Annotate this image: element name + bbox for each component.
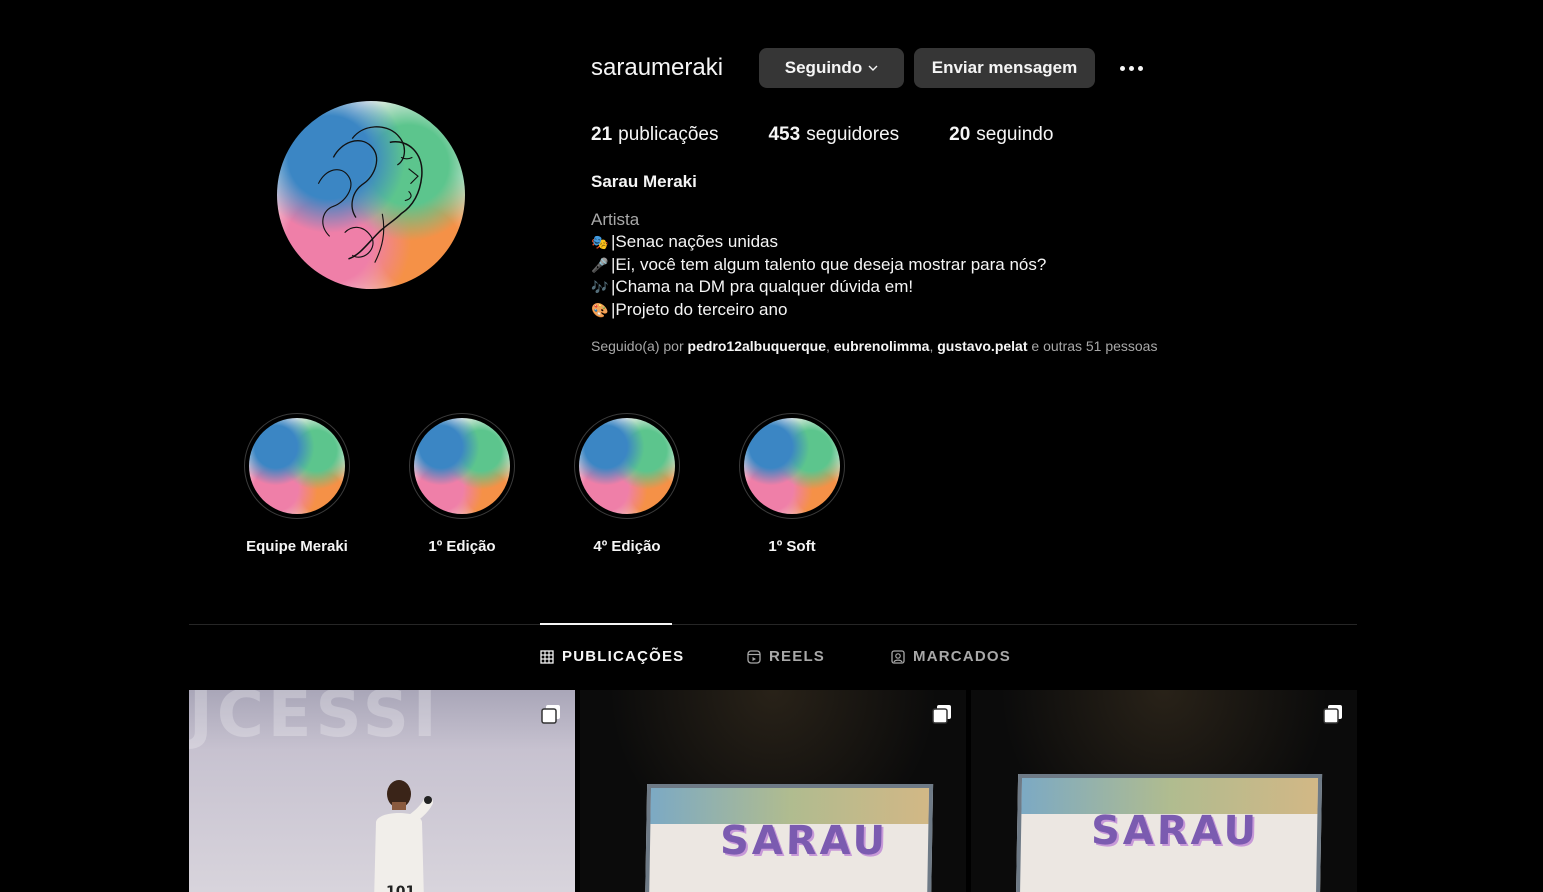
profile-category: Artista <box>591 210 640 229</box>
followed-by-user[interactable]: pedro12albuquerque <box>688 338 826 354</box>
profile-stats: 21 publicações 453 seguidores 20 seguind… <box>591 124 1053 146</box>
following-label: seguindo <box>976 124 1054 145</box>
send-message-label: Enviar mensagem <box>931 58 1078 77</box>
bio-text: |Ei, você tem algum talento que deseja m… <box>611 254 1047 274</box>
following-button-label: Seguindo <box>784 58 863 77</box>
highlight-label: 1º Edição <box>428 538 496 555</box>
highlight-cover <box>744 418 840 514</box>
following-button[interactable]: Seguindo <box>759 48 904 88</box>
highlight-cover <box>414 418 510 514</box>
reels-icon <box>747 649 761 664</box>
profile-page: saraumeraki Seguindo Enviar mensagem 21 … <box>0 0 1543 892</box>
line-art-face-icon <box>317 126 423 263</box>
carousel-icon <box>1323 705 1342 724</box>
followers-count: 453 <box>768 124 801 145</box>
post-thumbnail[interactable]: SARAU <box>580 690 966 892</box>
profile-username: saraumeraki <box>591 54 724 81</box>
palette-icon: 🎨 <box>591 301 609 318</box>
tab-marcados[interactable]: MARCADOS <box>891 648 1011 665</box>
performer-figure: 101 <box>374 780 433 892</box>
post-thumbnail[interactable]: JCESSI 101 <box>189 690 575 892</box>
tab-publicacoes[interactable]: PUBLICAÇÕES <box>540 648 684 665</box>
stage-screen: SARAU <box>644 784 934 892</box>
tab-reels[interactable]: REELS <box>747 648 825 665</box>
bio-text: |Projeto do terceiro ano <box>611 299 788 319</box>
profile-full-name: Sarau Meraki <box>591 172 697 191</box>
followed-by-prefix: Seguido(a) por <box>591 338 684 354</box>
tab-label: PUBLICAÇÕES <box>562 648 685 665</box>
highlight-label: 1º Soft <box>768 538 816 555</box>
bio-line: 🎭 |Senac nações unidas <box>591 231 1046 254</box>
theater-masks-icon: 🎭 <box>591 234 609 251</box>
highlight-item[interactable]: 1º Edição <box>397 413 527 555</box>
carousel-icon <box>932 705 951 724</box>
following-count: 20 <box>949 124 971 145</box>
bio-line: 🎨 |Projeto do terceiro ano <box>591 299 1046 322</box>
tab-label: REELS <box>769 648 826 665</box>
active-tab-indicator <box>540 623 672 625</box>
highlight-cover <box>579 418 675 514</box>
post-thumbnail[interactable]: SARAU <box>971 690 1357 892</box>
bio-line: 🎤 |Ei, você tem algum talento que deseja… <box>591 254 1046 277</box>
bio-line: 🎶 |Chama na DM pra qualquer dúvida em! <box>591 276 1046 299</box>
highlight-item[interactable]: 4º Edição <box>562 413 692 555</box>
highlight-cover <box>249 418 345 514</box>
highlight-item[interactable]: 1º Soft <box>727 413 857 555</box>
followed-by-user[interactable]: gustavo.pelat <box>937 338 1027 354</box>
profile-bio: 🎭 |Senac nações unidas 🎤 |Ei, você tem a… <box>591 231 1046 321</box>
tab-label: MARCADOS <box>913 648 1011 665</box>
microphone-icon: 🎤 <box>591 256 609 273</box>
more-options-icon[interactable] <box>1112 56 1150 80</box>
tagged-icon <box>891 649 905 664</box>
highlight-ring <box>739 413 845 519</box>
highlight-ring <box>409 413 515 519</box>
posts-count-stat: 21 publicações <box>591 124 718 146</box>
highlight-ring <box>574 413 680 519</box>
post-wall-text: JCESSI <box>189 690 441 752</box>
posts-label: publicações <box>618 124 719 145</box>
highlight-item[interactable]: Equipe Meraki <box>232 413 362 555</box>
followers-stat[interactable]: 453 seguidores <box>768 124 899 146</box>
grid-icon <box>540 649 554 664</box>
profile-avatar[interactable] <box>277 101 465 289</box>
send-message-button[interactable]: Enviar mensagem <box>914 48 1095 88</box>
following-stat[interactable]: 20 seguindo <box>949 124 1053 146</box>
highlight-label: Equipe Meraki <box>246 538 348 555</box>
screen-title: SARAU <box>1090 808 1260 854</box>
posts-count: 21 <box>591 124 613 145</box>
stage-screen: SARAU <box>1015 774 1323 892</box>
screen-title: SARAU <box>719 818 889 864</box>
bio-text: |Chama na DM pra qualquer dúvida em! <box>611 277 914 296</box>
chevron-down-icon <box>868 65 878 71</box>
followed-by[interactable]: Seguido(a) por pedro12albuquerque, eubre… <box>591 338 1157 354</box>
svg-text:101: 101 <box>386 884 415 892</box>
bio-text: |Senac nações unidas <box>611 232 778 251</box>
highlight-label: 4º Edição <box>593 538 661 555</box>
followed-by-suffix: e outras 51 pessoas <box>1031 338 1158 354</box>
music-notes-icon: 🎶 <box>591 279 609 296</box>
carousel-icon <box>541 705 560 724</box>
highlight-ring <box>244 413 350 519</box>
tabs-divider <box>189 624 1357 625</box>
followed-by-user[interactable]: eubrenolimma <box>834 338 930 354</box>
followers-label: seguidores <box>806 124 900 145</box>
